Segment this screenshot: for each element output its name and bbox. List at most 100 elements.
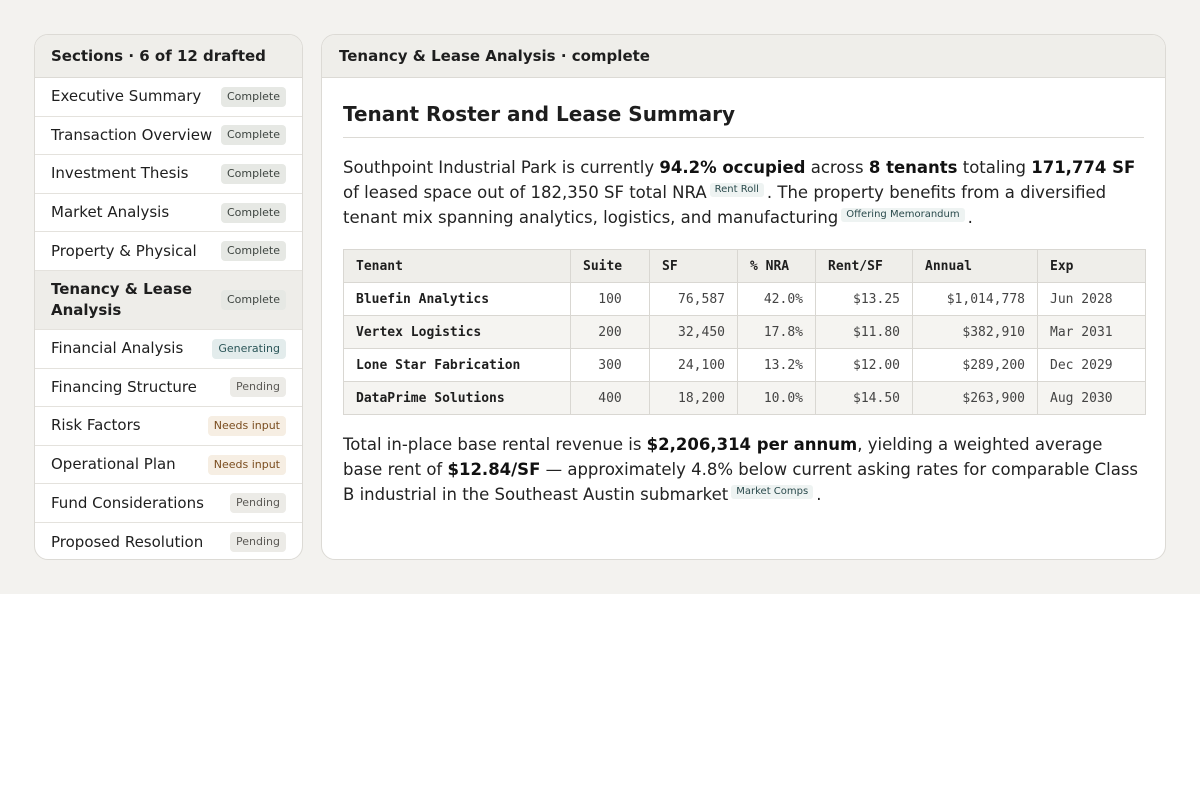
column-header: % NRA xyxy=(737,249,816,283)
table-cell: 24,100 xyxy=(649,348,738,382)
weighted-average-rent: $12.84/SF xyxy=(447,460,541,479)
sidebar-item[interactable]: Transaction Overview Complete xyxy=(35,117,302,156)
sidebar-item[interactable]: Market Analysis Complete xyxy=(35,194,302,233)
sidebar-item-label: Financing Structure xyxy=(51,377,197,396)
sidebar-item-label: Investment Thesis xyxy=(51,164,189,183)
table-cell: $382,910 xyxy=(912,315,1038,349)
table-row: Vertex Logistics 200 32,450 17.8% $11.80 $382… xyxy=(343,315,1146,349)
revenue-paragraph: Total in-place base rental revenue is $2… xyxy=(343,432,1144,507)
sidebar-item-label: Transaction Overview xyxy=(51,125,213,144)
table-cell: $263,900 xyxy=(912,381,1038,415)
sidebar-item-label: Executive Summary xyxy=(51,87,202,106)
leased-sf: 171,774 SF xyxy=(1031,158,1136,177)
status-badge: Complete xyxy=(220,241,286,262)
table-cell: $14.50 xyxy=(815,381,913,415)
column-header: SF xyxy=(649,249,738,283)
sidebar-item[interactable]: Financing Structure Pending xyxy=(35,369,302,408)
table-cell: 17.8% xyxy=(737,315,816,349)
occupancy-rate: 94.2% occupied xyxy=(659,158,806,177)
column-header: Rent/SF xyxy=(815,249,913,283)
table-cell: 18,200 xyxy=(649,381,738,415)
text-run: . xyxy=(967,208,973,227)
app-background: Sections · 6 of 12 drafted Executive Sum… xyxy=(0,0,1200,594)
text-run: . xyxy=(816,485,822,504)
table-cell: $12.00 xyxy=(815,348,913,382)
sidebar-item-label: Tenancy & Lease Analysis xyxy=(51,279,193,319)
occupancy-paragraph: Southpoint Industrial Park is currently … xyxy=(343,155,1144,230)
sidebar-item[interactable]: Financial Analysis Generating xyxy=(35,330,302,369)
table-cell: $13.25 xyxy=(815,282,913,316)
section-editor-panel: Tenancy & Lease Analysis · complete Tena… xyxy=(321,34,1166,560)
sidebar-item-label: Risk Factors xyxy=(51,416,141,435)
column-header: Exp xyxy=(1037,249,1146,283)
sidebar-item-label: Fund Considerations xyxy=(51,493,204,512)
column-header: Tenant xyxy=(343,249,571,283)
citation-market-comps[interactable]: Market Comps xyxy=(731,485,814,499)
sidebar-item-label: Property & Physical xyxy=(51,241,197,260)
table-cell: 42.0% xyxy=(737,282,816,316)
sidebar-item[interactable]: Fund Considerations Pending xyxy=(35,484,302,523)
text-run: Southpoint Industrial Park is currently xyxy=(343,158,660,177)
table-cell: $11.80 xyxy=(815,315,913,349)
text-run: totaling xyxy=(957,158,1032,177)
table-cell: Mar 2031 xyxy=(1037,315,1146,349)
table-cell: DataPrime Solutions xyxy=(343,381,571,415)
table-body: Bluefin Analytics 100 76,587 42.0% $13.25 $1,… xyxy=(343,282,1146,415)
status-badge: Generating xyxy=(212,338,286,359)
table-cell: 300 xyxy=(570,348,650,382)
table-cell: 100 xyxy=(570,282,650,316)
table-cell: Lone Star Fabrication xyxy=(343,348,571,382)
sidebar-item-label: Operational Plan xyxy=(51,455,176,474)
table-cell: 13.2% xyxy=(737,348,816,382)
table-cell: 10.0% xyxy=(737,381,816,415)
table-cell: $1,014,778 xyxy=(912,282,1038,316)
sidebar-header: Sections · 6 of 12 drafted xyxy=(35,35,302,78)
tenant-roster-table: Tenant Suite SF % NRA Rent/SF Annual Exp… xyxy=(343,249,1146,415)
column-header: Suite xyxy=(570,249,650,283)
text-run: of leased space out of 182,350 SF total … xyxy=(343,183,707,202)
status-badge: Pending xyxy=(230,493,286,514)
table-cell: Aug 2030 xyxy=(1037,381,1146,415)
sidebar-item[interactable]: Proposed Resolution Pending xyxy=(35,523,302,559)
status-badge: Pending xyxy=(230,532,286,553)
status-badge: Complete xyxy=(220,163,286,184)
table-cell: Bluefin Analytics xyxy=(343,282,571,316)
table-cell: 200 xyxy=(570,315,650,349)
sections-sidebar: Sections · 6 of 12 drafted Executive Sum… xyxy=(34,34,303,560)
sidebar-item[interactable]: Property & Physical Complete xyxy=(35,232,302,271)
table-header-row: Tenant Suite SF % NRA Rent/SF Annual Exp xyxy=(343,249,1146,283)
section-title: Tenant Roster and Lease Summary xyxy=(343,102,1144,138)
status-badge: Complete xyxy=(220,289,286,310)
sidebar-item-label: Market Analysis xyxy=(51,203,170,222)
status-badge: Pending xyxy=(230,377,286,398)
sidebar-list: Executive Summary Complete Transaction Ove… xyxy=(35,78,302,559)
section-header: Tenancy & Lease Analysis · complete xyxy=(322,35,1165,78)
table-cell: $289,200 xyxy=(912,348,1038,382)
sidebar-item[interactable]: Risk Factors Needs input xyxy=(35,407,302,446)
sidebar-item-label: Proposed Resolution xyxy=(51,532,204,551)
table-cell: 76,587 xyxy=(649,282,738,316)
text-run: Total in-place base rental revenue is xyxy=(343,435,647,454)
citation-offering-memorandum[interactable]: Offering Memorandum xyxy=(841,208,965,222)
column-header: Annual xyxy=(912,249,1038,283)
table-cell: Vertex Logistics xyxy=(343,315,571,349)
status-badge: Complete xyxy=(220,202,286,223)
table-row: DataPrime Solutions 400 18,200 10.0% $14.50 $… xyxy=(343,381,1146,415)
table-cell: 400 xyxy=(570,381,650,415)
table-row: Lone Star Fabrication 300 24,100 13.2% $12.0… xyxy=(343,348,1146,382)
table-cell: 32,450 xyxy=(649,315,738,349)
status-badge: Needs input xyxy=(207,454,286,475)
status-badge: Complete xyxy=(220,86,286,107)
sidebar-item[interactable]: Tenancy & Lease Analysis Complete xyxy=(35,270,302,330)
sidebar-item[interactable]: Operational Plan Needs input xyxy=(35,446,302,485)
section-content: Tenant Roster and Lease Summary Southpoi… xyxy=(322,102,1165,507)
status-badge: Complete xyxy=(220,125,286,146)
text-run: across xyxy=(805,158,869,177)
sidebar-item[interactable]: Investment Thesis Complete xyxy=(35,155,302,194)
annual-revenue: $2,206,314 per annum xyxy=(646,435,858,454)
citation-rent-roll[interactable]: Rent Roll xyxy=(709,183,764,197)
tenant-count: 8 tenants xyxy=(868,158,958,177)
table-cell: Jun 2028 xyxy=(1037,282,1146,316)
sidebar-item[interactable]: Executive Summary Complete xyxy=(35,78,302,117)
sidebar-item-label: Financial Analysis xyxy=(51,339,184,358)
